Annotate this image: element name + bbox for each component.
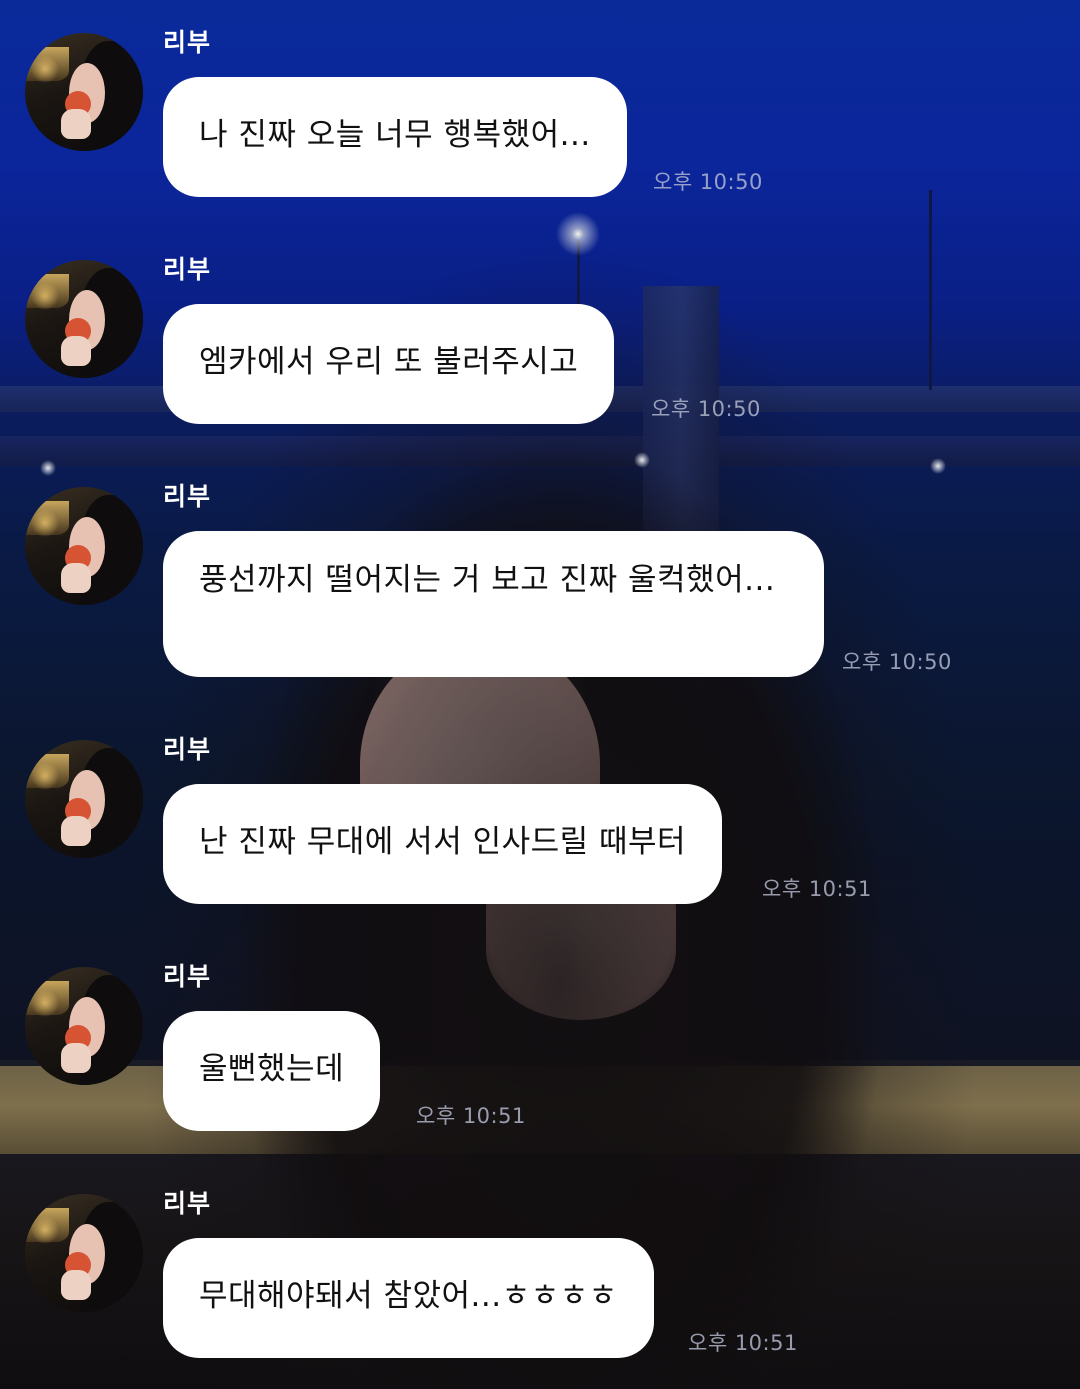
avatar-photo-lights (25, 981, 69, 1015)
sender-name: 리부 (163, 482, 212, 511)
sender-avatar[interactable] (25, 1194, 143, 1312)
avatar-photo-lights (25, 1208, 69, 1242)
sender-avatar[interactable] (25, 260, 143, 378)
avatar-photo-hand (61, 816, 91, 846)
sender-name: 리부 (163, 962, 212, 991)
sender-avatar[interactable] (25, 33, 143, 151)
avatar-photo-lights (25, 501, 69, 535)
message-bubble[interactable]: 난 진짜 무대에 서서 인사드릴 때부터 (163, 784, 723, 904)
sender-avatar[interactable] (25, 740, 143, 858)
message-bubble[interactable]: 엠카에서 우리 또 불러주시고 (163, 304, 615, 424)
sender-name: 리부 (163, 1189, 212, 1218)
avatar-photo-hand (61, 109, 91, 139)
avatar-photo-lights (25, 274, 69, 308)
message-timestamp: 오후 10:51 (688, 1331, 798, 1355)
message-bubble[interactable]: 풍선까지 떨어지는 거 보고 진짜 울컥했어... (163, 531, 824, 677)
background-lights (0, 0, 1080, 1389)
message-bubble[interactable]: 울뻔했는데 (163, 1011, 381, 1131)
message-timestamp: 오후 10:50 (651, 397, 761, 421)
avatar-photo-hand (61, 336, 91, 366)
avatar-photo-hand (61, 1043, 91, 1073)
message-timestamp: 오후 10:50 (653, 170, 763, 194)
avatar-photo-lights (25, 754, 69, 788)
sender-avatar[interactable] (25, 967, 143, 1085)
sender-name: 리부 (163, 255, 212, 284)
sender-avatar[interactable] (25, 487, 143, 605)
message-bubble[interactable]: 무대해야돼서 참았어...ㅎㅎㅎㅎ (163, 1238, 654, 1358)
message-timestamp: 오후 10:50 (842, 650, 952, 674)
sender-name: 리부 (163, 28, 212, 57)
message-bubble[interactable]: 나 진짜 오늘 너무 행복했어... (163, 77, 627, 197)
avatar-photo-hand (61, 563, 91, 593)
message-timestamp: 오후 10:51 (762, 877, 872, 901)
avatar-photo-hand (61, 1270, 91, 1300)
avatar-photo-lights (25, 47, 69, 81)
sender-name: 리부 (163, 735, 212, 764)
message-timestamp: 오후 10:51 (416, 1104, 526, 1128)
